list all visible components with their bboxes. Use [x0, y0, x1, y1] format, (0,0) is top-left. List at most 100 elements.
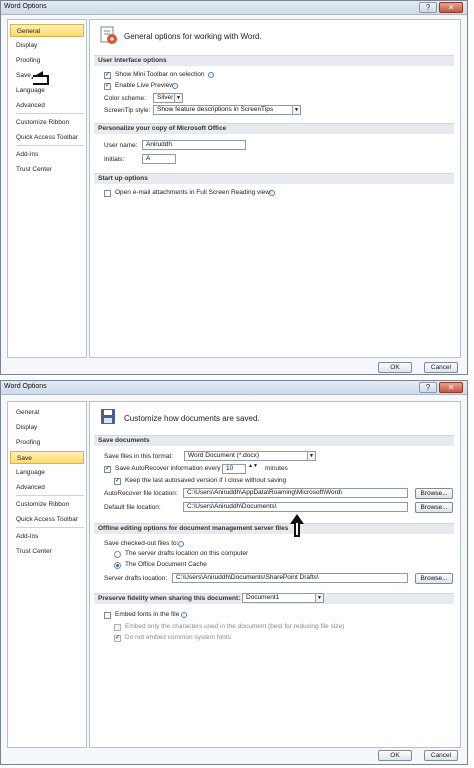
browse-drafts-button[interactable]: Browse...: [415, 573, 453, 584]
annotation-arrow-up: [289, 514, 305, 538]
section-save-documents: Save documents: [94, 435, 454, 446]
office-cache-radio[interactable]: [114, 562, 121, 569]
window-title: Word Options: [4, 3, 47, 10]
live-preview-label: Enable Live Preview: [115, 82, 174, 89]
info-icon: i: [172, 83, 178, 89]
color-scheme-select[interactable]: Silver ▼: [153, 93, 183, 103]
word-options-window-save: Word Options ? ✕ General Display Proofin…: [0, 380, 468, 765]
nav-item-add-ins[interactable]: Add-Ins: [10, 148, 84, 161]
no-common-fonts-checkbox[interactable]: ✓: [114, 635, 121, 642]
drafts-location-input[interactable]: C:\Users\Aniruddh\Documents\SharePoint D…: [172, 573, 408, 583]
default-location-label: Default file location:: [104, 504, 161, 511]
initials-input[interactable]: A: [142, 154, 176, 164]
nav-item-general[interactable]: General: [10, 24, 84, 37]
no-common-fonts-label: Do not embed common system fonts: [125, 634, 231, 641]
fidelity-document-value: Document1: [246, 594, 280, 601]
nav-item-trust-center[interactable]: Trust Center: [10, 545, 84, 558]
chevron-down-icon: ▼: [315, 594, 323, 602]
nav-item-customize-ribbon[interactable]: Customize Ribbon: [10, 116, 84, 129]
chevron-down-icon: ▼: [307, 452, 315, 460]
ok-button[interactable]: OK: [378, 750, 412, 761]
default-location-input[interactable]: C:\Users\Aniruddh\Documents\: [183, 502, 408, 512]
nav-item-display[interactable]: Display: [10, 39, 84, 52]
autorecover-location-input[interactable]: C:\Users\Aniruddh\AppData\Roaming\Micros…: [183, 488, 408, 498]
autorecover-checkbox[interactable]: ✓: [104, 466, 111, 473]
annotation-arrow-left: [31, 71, 49, 85]
server-drafts-radio[interactable]: [114, 551, 121, 558]
office-cache-label: The Office Document Cache: [125, 561, 207, 568]
keep-last-autosaved-checkbox[interactable]: ✓: [114, 478, 121, 485]
screentip-style-label: ScreenTip style:: [104, 107, 151, 114]
nav-item-save[interactable]: Save: [10, 451, 84, 464]
ok-button[interactable]: OK: [378, 362, 412, 373]
nav-item-quick-access-toolbar[interactable]: Quick Access Toolbar: [10, 513, 84, 526]
drafts-location-label: Server drafts location:: [104, 575, 168, 582]
info-icon: i: [178, 541, 184, 547]
checked-out-label: Save checked-out files to:: [104, 540, 179, 547]
autorecover-label: Save AutoRecover information every: [115, 465, 221, 472]
titlebar: Word Options ? ✕: [1, 381, 467, 395]
nav-item-quick-access-toolbar[interactable]: Quick Access Toolbar: [10, 131, 84, 144]
username-input[interactable]: Aniruddh: [142, 140, 246, 150]
full-screen-reading-checkbox[interactable]: [104, 190, 111, 197]
titlebar: Word Options ? ✕: [1, 1, 467, 15]
help-button[interactable]: ?: [419, 382, 437, 393]
browse-default-button[interactable]: Browse...: [415, 502, 453, 513]
nav-item-language[interactable]: Language: [10, 84, 84, 97]
nav-item-trust-center[interactable]: Trust Center: [10, 163, 84, 176]
save-format-value: Word Document (*.docx): [188, 452, 260, 459]
page-heading: General options for working with Word.: [124, 32, 262, 41]
chevron-down-icon: ▼: [174, 94, 182, 102]
full-screen-reading-label: Open e-mail attachments in Full Screen R…: [115, 189, 270, 196]
embed-only-used-label: Embed only the characters used in the do…: [125, 623, 345, 630]
nav-divider: [16, 145, 84, 146]
autorecover-minutes-input[interactable]: 10: [222, 464, 246, 474]
page-heading: Customize how documents are saved.: [124, 414, 260, 423]
cancel-button[interactable]: Cancel: [424, 750, 458, 761]
info-icon: i: [269, 190, 275, 196]
save-format-select[interactable]: Word Document (*.docx) ▼: [184, 451, 316, 461]
preserve-fidelity-label: Preserve fidelity when sharing this docu…: [98, 595, 241, 602]
section-offline-editing: Offline editing options for document man…: [94, 523, 454, 534]
embed-fonts-checkbox[interactable]: [104, 612, 111, 619]
save-format-label: Save files in this format:: [104, 453, 173, 460]
info-icon: i: [208, 72, 214, 78]
close-button[interactable]: ✕: [439, 382, 463, 393]
options-navigation: General Display Proofing Save Language A…: [7, 19, 87, 358]
browse-autorecover-button[interactable]: Browse...: [415, 488, 453, 499]
nav-item-proofing[interactable]: Proofing: [10, 436, 84, 449]
help-button[interactable]: ?: [419, 2, 437, 13]
arrow-stem: [294, 523, 300, 537]
autorecover-location-label: AutoRecover file location:: [104, 490, 178, 497]
section-ui-options: User Interface options: [94, 55, 454, 66]
save-options-panel: Customize how documents are saved. Save …: [89, 401, 461, 748]
fidelity-document-select[interactable]: Document1 ▼: [242, 593, 324, 603]
color-scheme-value: Silver: [157, 94, 174, 101]
keep-last-autosaved-label: Keep the last autosaved version if I clo…: [125, 477, 287, 484]
username-label: User name:: [104, 142, 138, 149]
nav-item-add-ins[interactable]: Add-Ins: [10, 530, 84, 543]
live-preview-checkbox[interactable]: ✓: [104, 83, 111, 90]
mini-toolbar-checkbox[interactable]: ✓: [104, 72, 111, 79]
embed-only-used-checkbox[interactable]: [114, 624, 121, 631]
embed-fonts-label: Embed fonts in the file: [115, 611, 180, 618]
general-options-panel: General options for working with Word. U…: [89, 19, 461, 358]
cancel-button[interactable]: Cancel: [424, 362, 458, 373]
nav-item-advanced[interactable]: Advanced: [10, 481, 84, 494]
nav-divider: [16, 527, 84, 528]
nav-item-advanced[interactable]: Advanced: [10, 99, 84, 112]
nav-item-customize-ribbon[interactable]: Customize Ribbon: [10, 498, 84, 511]
nav-item-proofing[interactable]: Proofing: [10, 54, 84, 67]
color-scheme-label: Color scheme:: [104, 95, 146, 102]
word-options-window-general: Word Options ? ✕ General Display Proofin…: [0, 0, 468, 375]
nav-item-language[interactable]: Language: [10, 466, 84, 479]
nav-item-display[interactable]: Display: [10, 421, 84, 434]
screentip-style-value: Show feature descriptions in ScreenTips: [157, 106, 274, 113]
minutes-spinner-icon[interactable]: ▲▼: [248, 463, 258, 469]
nav-divider: [16, 113, 84, 114]
info-icon: i: [181, 612, 187, 618]
screentip-style-select[interactable]: Show feature descriptions in ScreenTips …: [153, 105, 301, 115]
nav-item-general[interactable]: General: [10, 406, 84, 419]
close-button[interactable]: ✕: [439, 2, 463, 13]
save-disk-icon: [101, 409, 115, 424]
